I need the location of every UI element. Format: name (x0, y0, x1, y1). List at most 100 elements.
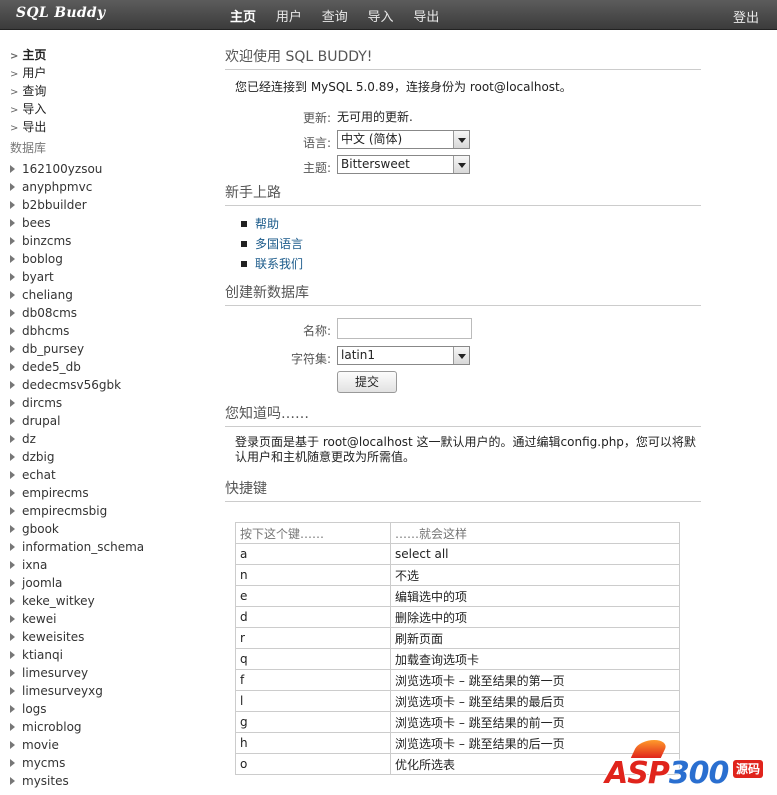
database-item[interactable]: dedecmsv56gbk (10, 376, 200, 394)
database-item[interactable]: anyphpmvc (10, 178, 200, 196)
theme-select[interactable]: Bittersweet (337, 155, 470, 174)
help-link[interactable]: 帮助 (255, 217, 279, 231)
database-item[interactable]: limesurvey (10, 664, 200, 682)
database-item[interactable]: empirecmsbig (10, 502, 200, 520)
triangle-right-icon[interactable] (10, 273, 15, 281)
triangle-right-icon[interactable] (10, 417, 15, 425)
triangle-right-icon[interactable] (10, 723, 15, 731)
database-item[interactable]: drupal (10, 412, 200, 430)
triangle-right-icon[interactable] (10, 381, 15, 389)
database-item[interactable]: keke_witkey (10, 592, 200, 610)
triangle-right-icon[interactable] (10, 309, 15, 317)
contact-link[interactable]: 联系我们 (255, 257, 303, 271)
database-item[interactable]: binzcms (10, 232, 200, 250)
database-item[interactable]: boblog (10, 250, 200, 268)
triangle-right-icon[interactable] (10, 201, 15, 209)
triangle-right-icon[interactable] (10, 579, 15, 587)
chevron-down-icon[interactable] (453, 156, 469, 173)
triangle-right-icon[interactable] (10, 741, 15, 749)
logout-link[interactable]: 登出 (733, 7, 759, 26)
database-item[interactable]: ktianqi (10, 646, 200, 664)
sidebar-item-query[interactable]: > 查询 (10, 82, 200, 100)
triangle-right-icon[interactable] (10, 291, 15, 299)
database-item[interactable]: cheliang (10, 286, 200, 304)
database-item[interactable]: mycms (10, 754, 200, 772)
triangle-right-icon[interactable] (10, 435, 15, 443)
database-item[interactable]: logs (10, 700, 200, 718)
database-item[interactable]: dzbig (10, 448, 200, 466)
topnav-query[interactable]: 查询 (322, 10, 348, 25)
triangle-right-icon[interactable] (10, 651, 15, 659)
database-item[interactable]: echat (10, 466, 200, 484)
topnav-export[interactable]: 导出 (413, 10, 439, 25)
triangle-right-icon[interactable] (10, 327, 15, 335)
topnav-home[interactable]: 主页 (230, 10, 256, 25)
triangle-right-icon[interactable] (10, 669, 15, 677)
charset-row: 字符集: latin1 (225, 346, 701, 371)
database-item[interactable]: dede5_db (10, 358, 200, 376)
triangle-right-icon[interactable] (10, 237, 15, 245)
chevron-down-icon[interactable] (453, 347, 469, 364)
triangle-right-icon[interactable] (10, 777, 15, 785)
language-select[interactable]: 中文 (简体) (337, 130, 470, 149)
triangle-right-icon[interactable] (10, 543, 15, 551)
topnav-users[interactable]: 用户 (276, 10, 302, 25)
sidebar-item-home[interactable]: > 主页 (10, 46, 200, 64)
database-item[interactable]: keweisites (10, 628, 200, 646)
database-item[interactable]: b2bbuilder (10, 196, 200, 214)
triangle-right-icon[interactable] (10, 471, 15, 479)
update-row: 更新: 无可用的更新. (225, 105, 701, 130)
db-name-input[interactable] (337, 318, 472, 339)
sidebar-item-users[interactable]: > 用户 (10, 64, 200, 82)
database-item[interactable]: bees (10, 214, 200, 232)
database-item[interactable]: movie (10, 736, 200, 754)
sidebar-item-import[interactable]: > 导入 (10, 100, 200, 118)
triangle-right-icon[interactable] (10, 363, 15, 371)
triangle-right-icon[interactable] (10, 453, 15, 461)
database-item[interactable]: ixna (10, 556, 200, 574)
database-item[interactable]: db08cms (10, 304, 200, 322)
chevron-right-icon: > (10, 69, 19, 80)
triangle-right-icon[interactable] (10, 255, 15, 263)
database-item[interactable]: information_schema (10, 538, 200, 556)
database-item[interactable]: empirecms (10, 484, 200, 502)
database-item[interactable]: microblog (10, 718, 200, 736)
triangle-right-icon[interactable] (10, 219, 15, 227)
database-item[interactable]: joomla (10, 574, 200, 592)
app-logo[interactable]: SQL Buddy (16, 5, 105, 21)
database-item[interactable]: byart (10, 268, 200, 286)
database-item[interactable]: gbook (10, 520, 200, 538)
database-item[interactable]: dz (10, 430, 200, 448)
shortcut-key: f (235, 669, 391, 691)
database-name: mycms (22, 756, 66, 770)
database-item[interactable]: dircms (10, 394, 200, 412)
triangle-right-icon[interactable] (10, 507, 15, 515)
triangle-right-icon[interactable] (10, 687, 15, 695)
topnav-import[interactable]: 导入 (368, 10, 394, 25)
triangle-right-icon[interactable] (10, 183, 15, 191)
bullet-icon (241, 241, 247, 247)
triangle-right-icon[interactable] (10, 615, 15, 623)
charset-select[interactable]: latin1 (337, 346, 470, 365)
chevron-down-icon[interactable] (453, 131, 469, 148)
database-item[interactable]: kewei (10, 610, 200, 628)
triangle-right-icon[interactable] (10, 345, 15, 353)
triangle-right-icon[interactable] (10, 759, 15, 767)
triangle-right-icon[interactable] (10, 633, 15, 641)
triangle-right-icon[interactable] (10, 525, 15, 533)
submit-button[interactable]: 提交 (337, 371, 397, 393)
triangle-right-icon[interactable] (10, 705, 15, 713)
triangle-right-icon[interactable] (10, 561, 15, 569)
triangle-right-icon[interactable] (10, 597, 15, 605)
triangle-right-icon[interactable] (10, 489, 15, 497)
sidebar-item-export[interactable]: > 导出 (10, 118, 200, 136)
database-item[interactable]: mysites (10, 772, 200, 790)
database-item[interactable]: db_pursey (10, 340, 200, 358)
database-item[interactable]: 162100yzsou (10, 160, 200, 178)
sidebar-item-label: 查询 (22, 84, 47, 98)
database-item[interactable]: limesurveyxg (10, 682, 200, 700)
triangle-right-icon[interactable] (10, 165, 15, 173)
languages-link[interactable]: 多国语言 (255, 237, 303, 251)
triangle-right-icon[interactable] (10, 399, 15, 407)
database-item[interactable]: dbhcms (10, 322, 200, 340)
